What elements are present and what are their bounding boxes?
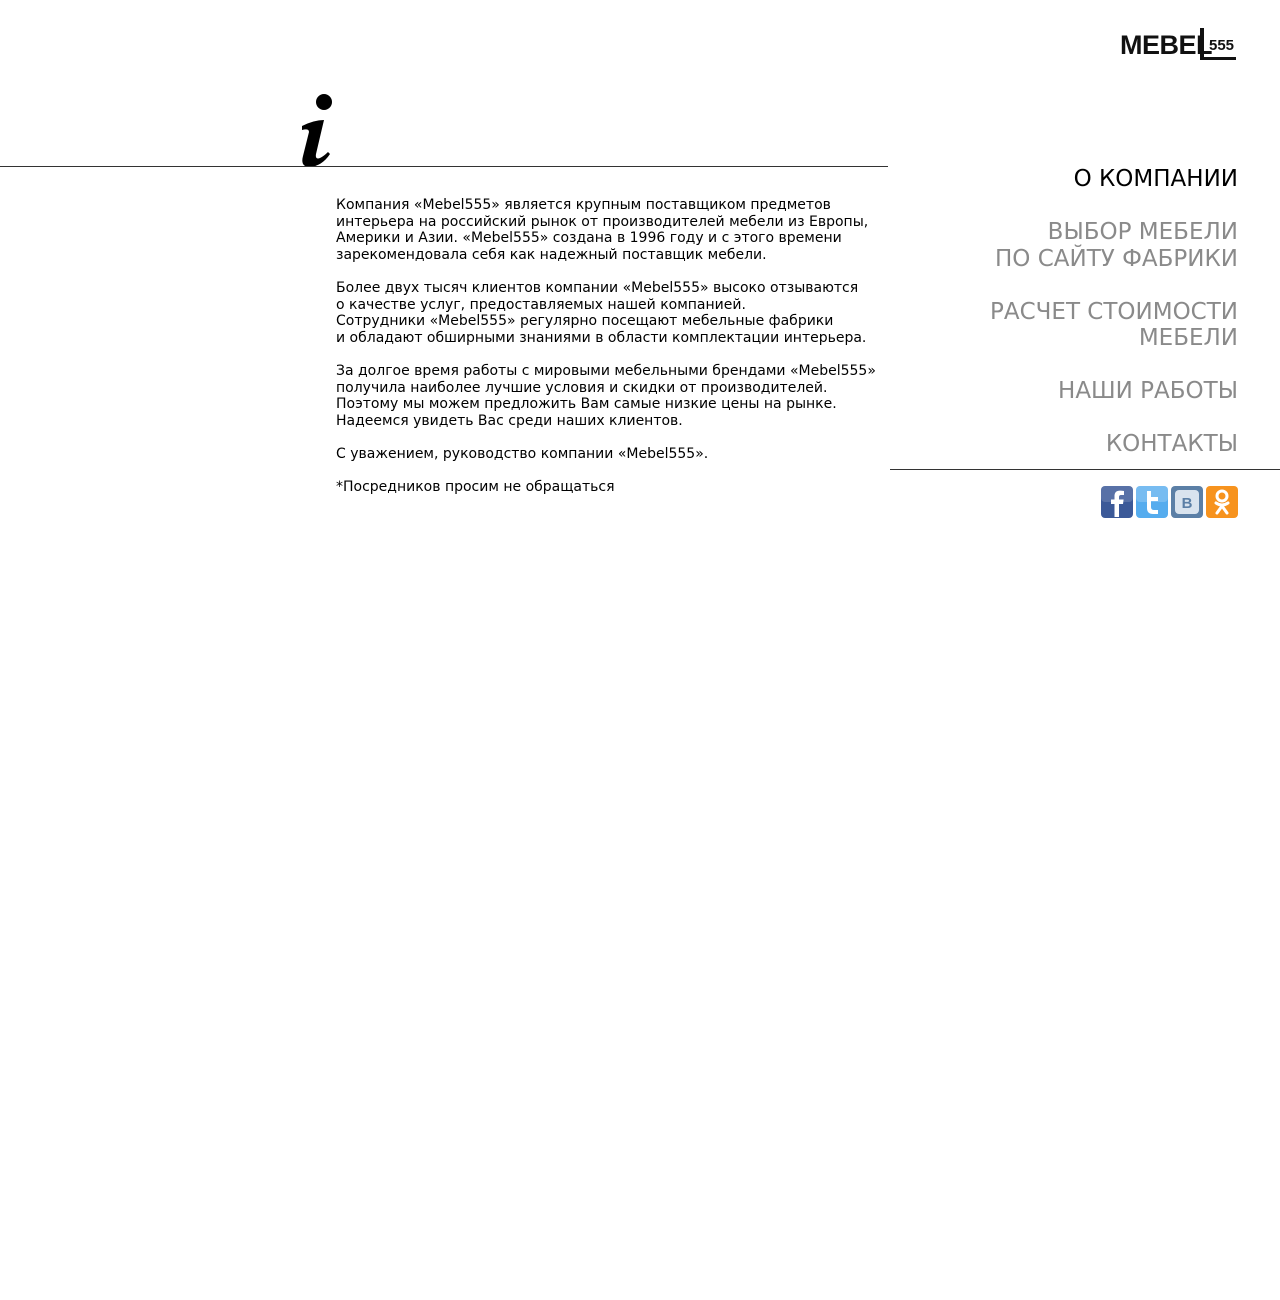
- social-links: В: [1101, 486, 1238, 518]
- logo-brand: MEBEL: [1120, 30, 1213, 60]
- nav-item-our-works[interactable]: НАШИ РАБОТЫ: [990, 378, 1238, 405]
- paragraph: Более двух тысяч клиентов компании «Mebe…: [336, 279, 867, 346]
- nav-divider: [890, 469, 1280, 470]
- paragraph: За долгое время работы с мировыми мебель…: [336, 362, 876, 429]
- nav-item-about[interactable]: О КОМПАНИИ: [990, 166, 1238, 193]
- paragraph: *Посредников просим не обращаться: [336, 479, 615, 496]
- nav-item-furniture-choice[interactable]: ВЫБОР МЕБЕЛИ ПО САЙТУ ФАБРИКИ: [990, 219, 1238, 272]
- main-nav: О КОМПАНИИ ВЫБОР МЕБЕЛИ ПО САЙТУ ФАБРИКИ…: [990, 166, 1238, 484]
- paragraph: С уважением, руководство компании «Mebel…: [336, 445, 709, 462]
- odnoklassniki-icon[interactable]: [1206, 486, 1238, 518]
- vkontakte-icon[interactable]: В: [1171, 486, 1203, 518]
- svg-text:В: В: [1182, 495, 1193, 512]
- twitter-icon[interactable]: [1136, 486, 1168, 518]
- nav-item-price-calculation[interactable]: РАСЧЕТ СТОИМОСТИ МЕБЕЛИ: [990, 299, 1238, 352]
- paragraph: Компания «Mebel555» является крупным пос…: [336, 197, 869, 263]
- facebook-icon[interactable]: [1101, 486, 1133, 518]
- site-logo[interactable]: MEBEL 555: [1120, 28, 1238, 64]
- nav-item-contacts[interactable]: КОНТАКТЫ: [990, 431, 1238, 458]
- logo-number: 555: [1209, 37, 1235, 54]
- about-text: Компания «Mebel555» является крупным пос…: [336, 197, 936, 512]
- info-icon: [296, 90, 338, 170]
- header-divider: [0, 166, 888, 167]
